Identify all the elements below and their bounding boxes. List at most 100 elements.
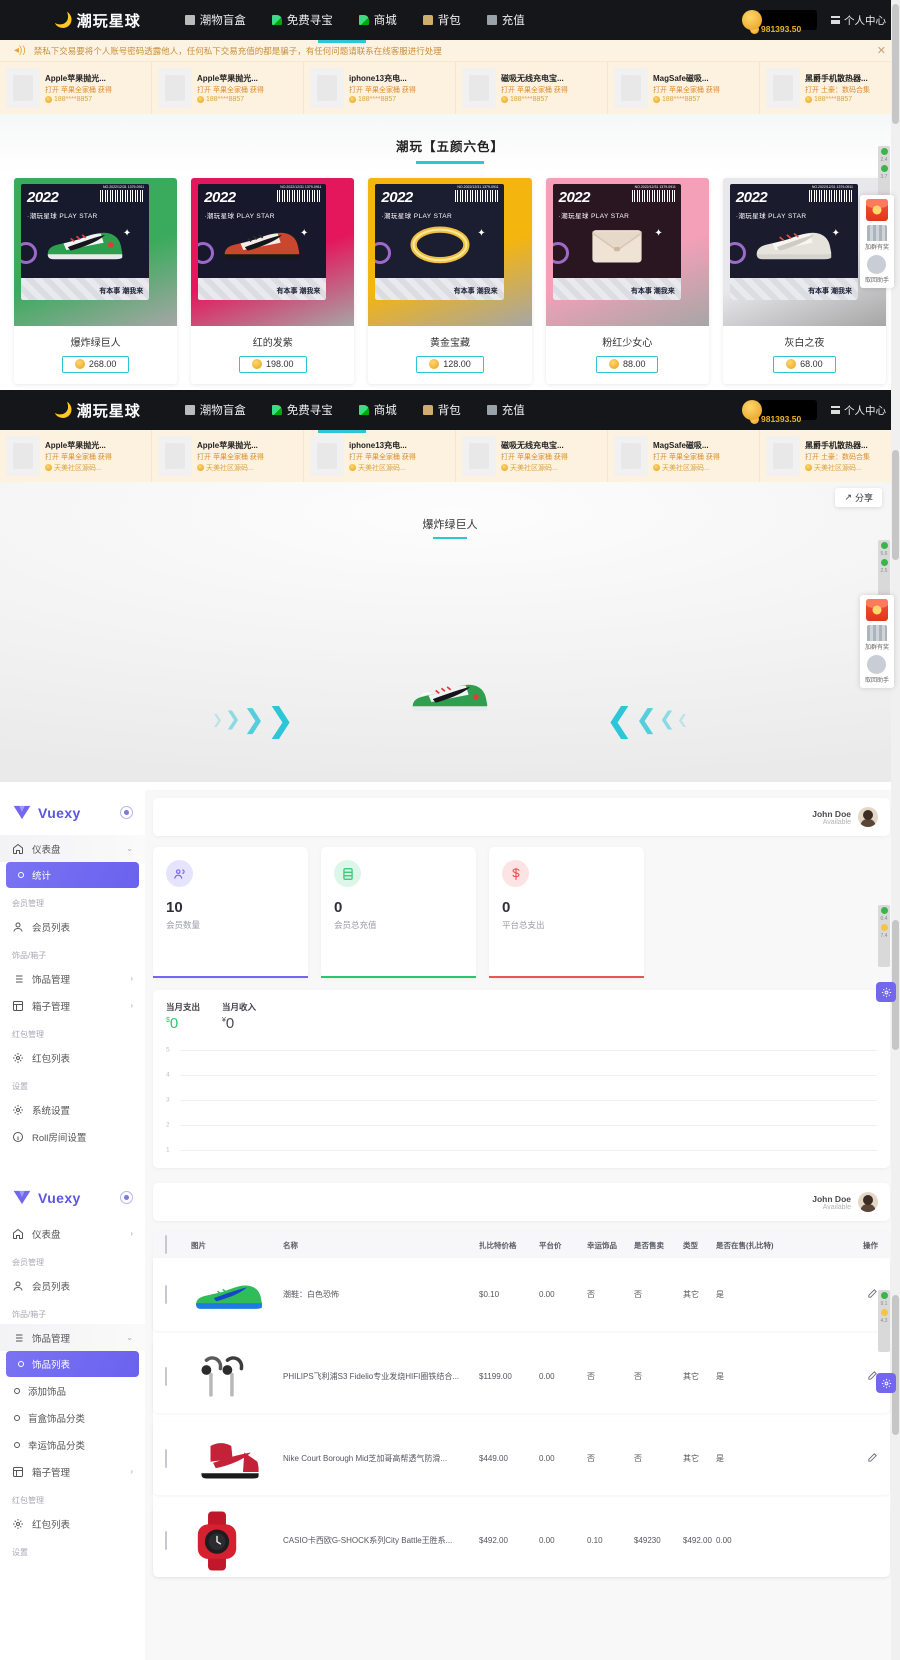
sidebar-item-label: Roll房间设置: [32, 1132, 87, 1144]
nav-item-treasure[interactable]: 免费寻宝: [271, 402, 333, 418]
edit-icon[interactable]: [867, 1286, 878, 1298]
sidebar-item--[interactable]: 仪表盘 ⌄: [0, 835, 145, 862]
nav-item-backpack[interactable]: 背包: [422, 12, 461, 28]
scrollbar-thumb[interactable]: [892, 450, 899, 560]
sidebar-item--[interactable]: 饰品管理 ⌄: [0, 1324, 145, 1351]
table-row[interactable]: Nike Court Borough Mid芝加哥高帮透气防滑... $449.0…: [153, 1422, 890, 1495]
coin-icon: [74, 359, 85, 369]
sidebar-item--[interactable]: 仪表盘 ›: [0, 1220, 145, 1247]
winner-source: 打开 苹果全家桶 获得: [501, 87, 568, 94]
row-checkbox[interactable]: [165, 1530, 167, 1550]
page-scrollbar[interactable]: [891, 1175, 900, 1660]
winner-item[interactable]: 磁吸无线充电宝... 打开 苹果全家桶 获得 188****8857: [456, 62, 608, 114]
sidebar-subitem--[interactable]: 统计: [6, 862, 139, 888]
select-all-checkbox[interactable]: [165, 1235, 167, 1254]
pin-circle-icon[interactable]: [120, 1191, 133, 1204]
user-center-button[interactable]: 个人中心: [831, 13, 886, 28]
product-price-pill[interactable]: 198.00: [239, 355, 307, 373]
nav-item-recharge[interactable]: 充值: [486, 402, 525, 418]
scrollbar-thumb[interactable]: [892, 1295, 899, 1435]
sidebar-subitem--[interactable]: 盲盒饰品分类: [0, 1404, 145, 1431]
nav-item-recharge[interactable]: 充值: [486, 12, 525, 28]
winner-item[interactable]: Apple苹果抛光... 打开 苹果全家桶 获得 188****8857: [152, 62, 304, 114]
nav-item-shop[interactable]: 商城: [358, 12, 397, 28]
winner-item[interactable]: MagSafe磁吸... 打开 苹果全家桶 获得 天美社区源码...: [608, 430, 760, 482]
product-price-pill[interactable]: 268.00: [61, 355, 130, 373]
table-row[interactable]: PHILIPS飞利浦S3 Fidelio专业发烧HIFI圈铁结合... $1199…: [153, 1340, 890, 1413]
row-checkbox[interactable]: [165, 1366, 167, 1386]
winner-item[interactable]: iphone13充电... 打开 苹果全家桶 获得 天美社区源码...: [304, 430, 456, 482]
pin-circle-icon[interactable]: [120, 806, 133, 819]
table-row[interactable]: 潮鞋：白色恐怖 $0.10 0.00 否 否 其它 是: [153, 1258, 890, 1331]
account-widget[interactable]: 981393.50: [742, 10, 817, 34]
site-brand[interactable]: 🌙 潮玩星球: [54, 10, 141, 31]
winner-item[interactable]: Apple苹果抛光... 打开 苹果全家桶 获得 188****8857: [0, 62, 152, 114]
page-scrollbar[interactable]: [891, 390, 900, 790]
table-row[interactable]: CASIO卡西欧G-SHOCK系列City Battle王胜系... $492.0…: [153, 1504, 890, 1577]
account-widget[interactable]: 981393.50: [742, 400, 817, 424]
scrollbar-thumb[interactable]: [892, 4, 899, 124]
nav-right-cluster: 981393.50 个人中心: [742, 10, 886, 34]
sidebar-item--[interactable]: 饰品管理 ›: [0, 965, 145, 992]
row-checkbox[interactable]: [165, 1448, 167, 1468]
stat-card-row: 10 会员数量 0 会员总充值 0 平台总支出: [153, 847, 890, 978]
retrieve-helper-button[interactable]: 取回助手: [865, 255, 889, 284]
avatar[interactable]: [858, 807, 878, 827]
product-card-footer: 黄金宝藏 128.00: [368, 326, 531, 385]
red-envelope-button[interactable]: [866, 599, 888, 621]
winner-thumb: [310, 436, 344, 476]
sidebar-subitem--[interactable]: 添加饰品: [0, 1377, 145, 1404]
product-card[interactable]: 2022 ·潮玩星球 PLAY STAR NO.2022/12/31 1379-09…: [368, 177, 532, 385]
nav-item-backpack[interactable]: 背包: [422, 402, 461, 418]
nav-item-shop[interactable]: 商城: [358, 402, 397, 418]
sidebar-subitem--[interactable]: 饰品列表: [6, 1351, 139, 1377]
arrow-cluster-right[interactable]: ❮ ❮ ❮ ❮: [606, 700, 688, 739]
product-card[interactable]: 2022 ·潮玩星球 PLAY STAR NO.2022/12/31 1379-09…: [191, 177, 355, 384]
edit-icon[interactable]: [867, 1450, 878, 1462]
sidebar-item--[interactable]: 红包列表: [0, 1510, 145, 1537]
winner-item[interactable]: Apple苹果抛光... 打开 苹果全家桶 获得 天美社区源码...: [0, 430, 152, 482]
sidebar-item--[interactable]: 箱子管理 ›: [0, 992, 145, 1019]
winner-prize-name: MagSafe磁吸...: [653, 440, 709, 450]
product-price-pill[interactable]: 128.00: [416, 355, 484, 373]
theme-settings-fab[interactable]: [876, 1373, 896, 1393]
join-group-button[interactable]: 加群有奖: [865, 625, 889, 651]
share-button[interactable]: ↗ 分享: [835, 488, 882, 507]
arrow-cluster-left[interactable]: ❯ ❯ ❯ ❯: [212, 700, 294, 739]
product-card[interactable]: 2022 ·潮玩星球 PLAY STAR NO.2022/12/31 1379-09…: [14, 177, 178, 384]
winner-item[interactable]: 黑爵手机散热器... 打开 土豪：数码合集 天美社区源码...: [760, 430, 900, 482]
winner-user: 188****8857: [197, 96, 264, 103]
sidebar-subitem--[interactable]: 幸运饰品分类: [0, 1431, 145, 1458]
sidebar-item--[interactable]: 会员列表: [0, 913, 145, 940]
sidebar-item-roll-[interactable]: Roll房间设置: [0, 1123, 145, 1150]
winner-item[interactable]: MagSafe磁吸... 打开 苹果全家桶 获得 188****8857: [608, 62, 760, 114]
sidebar-item--[interactable]: 系统设置: [0, 1096, 145, 1123]
product-price-pill[interactable]: 88.00: [595, 355, 659, 373]
avatar[interactable]: [858, 1192, 878, 1212]
site-brand[interactable]: 🌙 潮玩星球: [54, 400, 141, 421]
winner-item[interactable]: 黑爵手机散热器... 打开 土豪：数码合集 188****8857: [760, 62, 900, 114]
retrieve-helper-button[interactable]: 取回助手: [865, 655, 889, 684]
row-checkbox[interactable]: [165, 1284, 167, 1304]
winner-item[interactable]: 磁吸无线充电宝... 打开 苹果全家桶 获得 天美社区源码...: [456, 430, 608, 482]
stat-label: 会员数量: [166, 920, 201, 930]
card-tagline: ·潮玩星球 PLAY STAR: [204, 212, 275, 220]
red-envelope-button[interactable]: [866, 199, 888, 221]
card-year: 2022: [558, 188, 591, 206]
winner-item[interactable]: Apple苹果抛光... 打开 苹果全家桶 获得 天美社区源码...: [152, 430, 304, 482]
theme-settings-fab[interactable]: [876, 982, 896, 1002]
user-center-button[interactable]: 个人中心: [831, 403, 886, 418]
sidebar-item--[interactable]: 红包列表: [0, 1044, 145, 1071]
nav-item-treasure[interactable]: 免费寻宝: [271, 12, 333, 28]
winner-user: 天美社区源码...: [45, 463, 112, 473]
product-card[interactable]: 2022 ·潮玩星球 PLAY STAR NO.2022/12/31 1379-09…: [545, 177, 709, 384]
product-card-grid: 2022 ·潮玩星球 PLAY STAR NO.2022/12/31 1379-09…: [0, 172, 900, 385]
nav-item-blindbox[interactable]: 潮物盲盒: [184, 402, 246, 418]
close-icon[interactable]: ✕: [877, 44, 886, 57]
sidebar-item--[interactable]: 箱子管理 ›: [0, 1458, 145, 1485]
join-group-button[interactable]: 加群有奖: [865, 225, 889, 251]
winner-item[interactable]: iphone13充电... 打开 苹果全家桶 获得 188****8857: [304, 62, 456, 114]
sidebar-item--[interactable]: 会员列表: [0, 1272, 145, 1299]
nav-item-blindbox[interactable]: 潮物盲盒: [184, 12, 246, 28]
product-price-pill[interactable]: 68.00: [773, 355, 836, 373]
